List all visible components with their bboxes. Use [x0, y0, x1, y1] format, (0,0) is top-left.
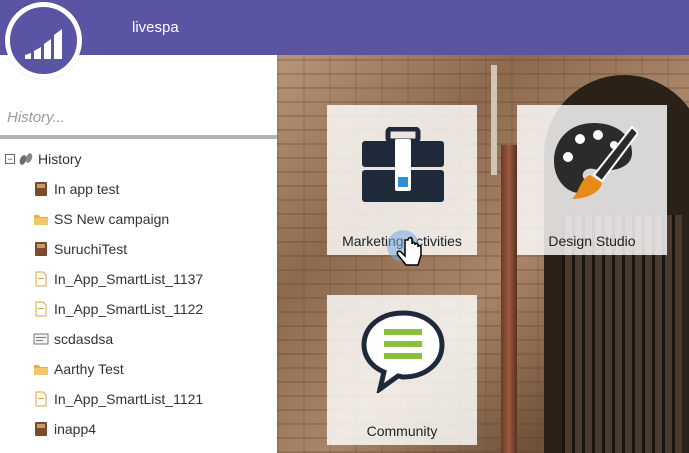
tree-item[interactable]: In_App_SmartList_1122: [33, 299, 203, 319]
smartlist-page-icon: [33, 301, 49, 317]
briefcase-icon: [362, 127, 444, 202]
tree-root-label: History: [38, 151, 82, 167]
history-search-box: [0, 99, 277, 139]
workspace-name[interactable]: livespa: [132, 19, 179, 36]
tree-item[interactable]: Aarthy Test: [33, 359, 124, 379]
tree-item-label: In_App_SmartList_1122: [54, 301, 204, 317]
tile-design-studio[interactable]: Design Studio: [517, 105, 667, 255]
campaign-folder-icon: [33, 211, 49, 227]
tree-item[interactable]: In_App_SmartList_1137: [33, 269, 203, 289]
tree-item-label: In app test: [54, 181, 120, 197]
tree-root-history[interactable]: − History: [5, 150, 82, 168]
tree-item[interactable]: scdasdsa: [33, 329, 113, 349]
background-pipe: [491, 65, 497, 175]
smartlist-page-icon: [33, 271, 49, 287]
top-header: livespa: [0, 0, 689, 55]
paint-palette-icon: [554, 123, 638, 199]
campaign-folder-icon: [33, 361, 49, 377]
speech-bubble-icon: [361, 310, 445, 393]
background-drainpipe: [501, 145, 517, 453]
marketo-logo[interactable]: [5, 2, 82, 79]
program-book-icon: [33, 241, 49, 257]
collapse-toggle-icon[interactable]: −: [5, 154, 15, 164]
hand-cursor-icon: [387, 230, 422, 266]
history-search-input[interactable]: [0, 99, 277, 135]
left-navigation-panel: − History In app test SS New campaign Su…: [0, 55, 277, 453]
tree-item-label: inapp4: [54, 421, 97, 437]
tile-label: Community: [366, 423, 438, 439]
marketo-bars-logo-icon: [25, 29, 62, 59]
program-book-icon: [33, 181, 49, 197]
home-background: Marketing Activities Design Studio Commu…: [277, 55, 689, 453]
tree-item-label: scdasdsa: [54, 331, 114, 347]
tree-item[interactable]: inapp4: [33, 419, 96, 439]
tree-item[interactable]: In_App_SmartList_1121: [33, 389, 203, 409]
tree-item-label: In_App_SmartList_1137: [54, 271, 204, 287]
tile-community[interactable]: Community: [327, 295, 477, 445]
tree-item[interactable]: SuruchiTest: [33, 239, 127, 259]
tree-item-label: In_App_SmartList_1121: [54, 391, 204, 407]
tree-item-label: SS New campaign: [54, 211, 170, 227]
history-footprints-icon: [19, 153, 33, 165]
tree-item-label: Aarthy Test: [54, 361, 124, 377]
smartlist-page-icon: [33, 391, 49, 407]
program-book-icon: [33, 421, 49, 437]
tree-item[interactable]: In app test: [33, 179, 119, 199]
tree-item-label: SuruchiTest: [54, 241, 128, 257]
tree-item[interactable]: SS New campaign: [33, 209, 169, 229]
tile-label: Design Studio: [548, 233, 636, 249]
email-template-icon: [33, 331, 49, 347]
